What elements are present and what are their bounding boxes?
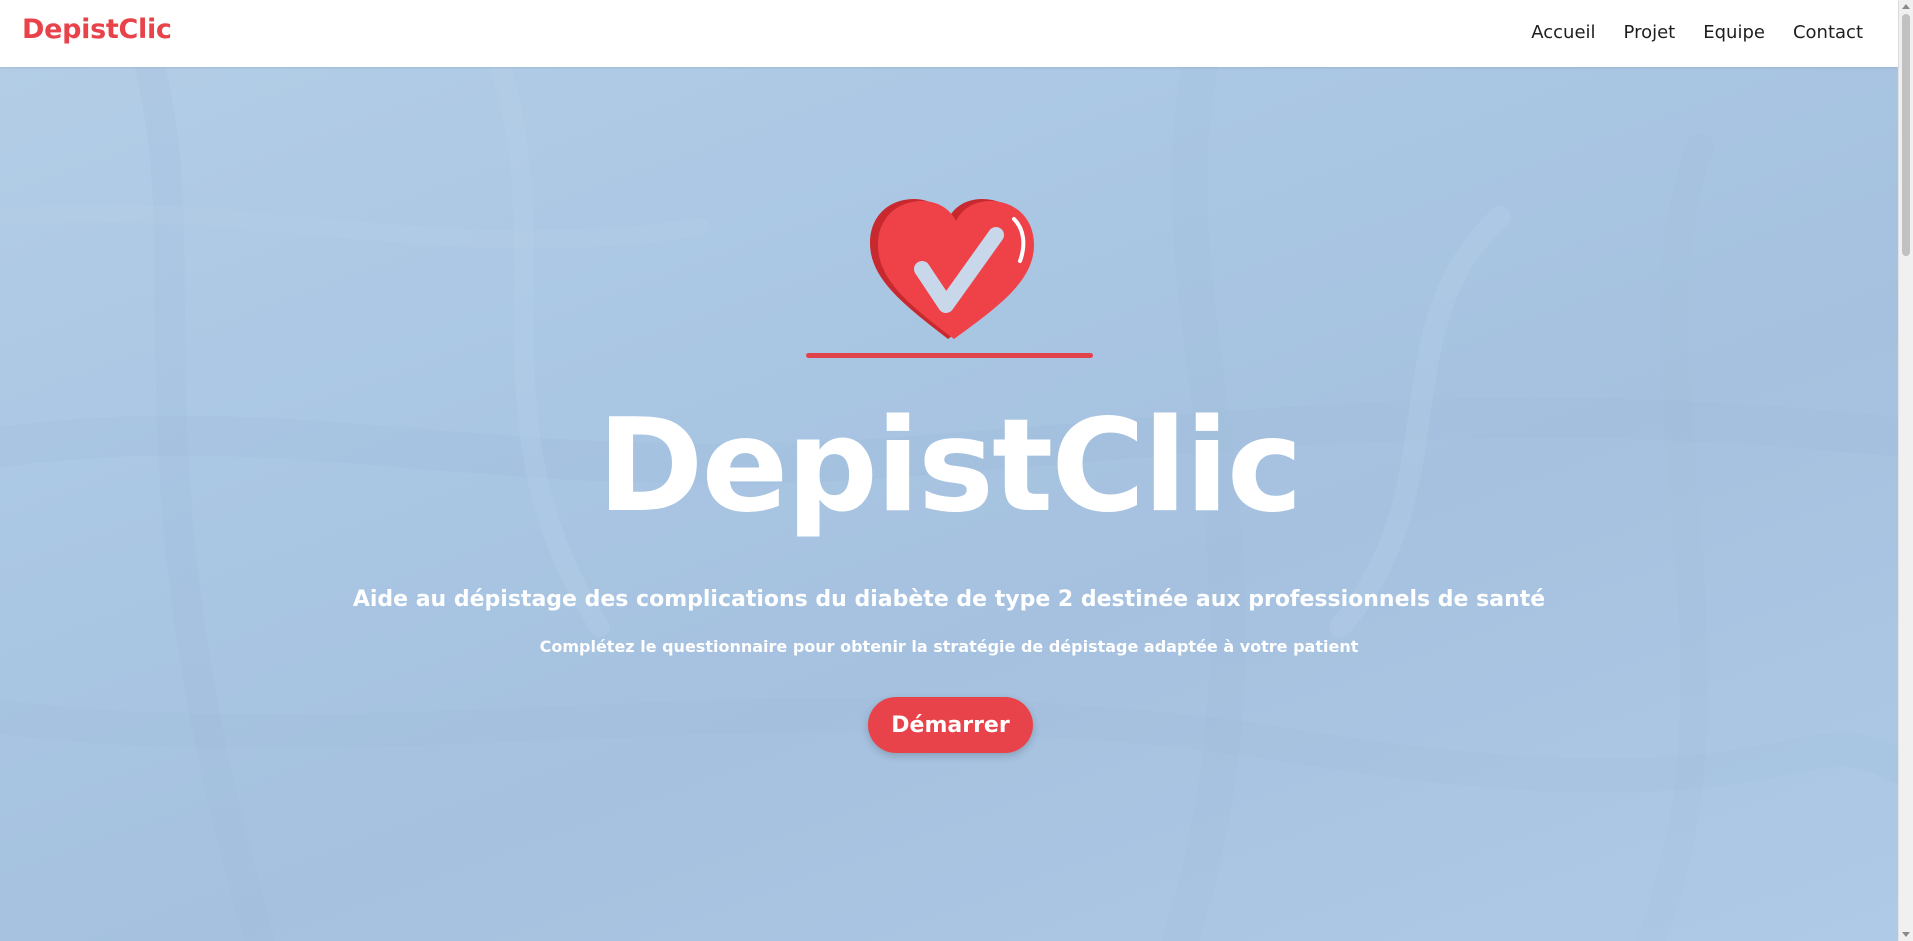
start-button[interactable]: Démarrer (868, 697, 1033, 753)
scroll-thumb[interactable] (1902, 14, 1910, 256)
nav-item-equipe[interactable]: Equipe (1703, 22, 1765, 43)
nav-item-projet[interactable]: Projet (1624, 22, 1676, 43)
logo-underline (806, 353, 1093, 358)
nav-item-contact[interactable]: Contact (1793, 22, 1863, 43)
hero-instructions: Complétez le questionnaire pour obtenir … (539, 637, 1359, 656)
brand-logo[interactable]: DepistClic (22, 14, 172, 45)
navbar: DepistClic Accueil Projet Equipe Contact (0, 0, 1898, 67)
scroll-down-icon[interactable] (1902, 932, 1910, 937)
hero-content: DepistClic Aide au dépistage des complic… (0, 67, 1898, 941)
nav-menu: Accueil Projet Equipe Contact (1531, 22, 1863, 43)
scrollbar[interactable] (1898, 0, 1913, 941)
scroll-up-icon[interactable] (1902, 4, 1910, 9)
page: DepistClic Accueil Projet Equipe Contact (0, 0, 1913, 941)
heart-check-icon (870, 199, 1034, 339)
hero-title: DepistClic (597, 392, 1303, 541)
nav-item-accueil[interactable]: Accueil (1531, 22, 1595, 43)
hero-section: DepistClic Aide au dépistage des complic… (0, 67, 1898, 941)
hero-subtitle: Aide au dépistage des complications du d… (352, 587, 1546, 612)
